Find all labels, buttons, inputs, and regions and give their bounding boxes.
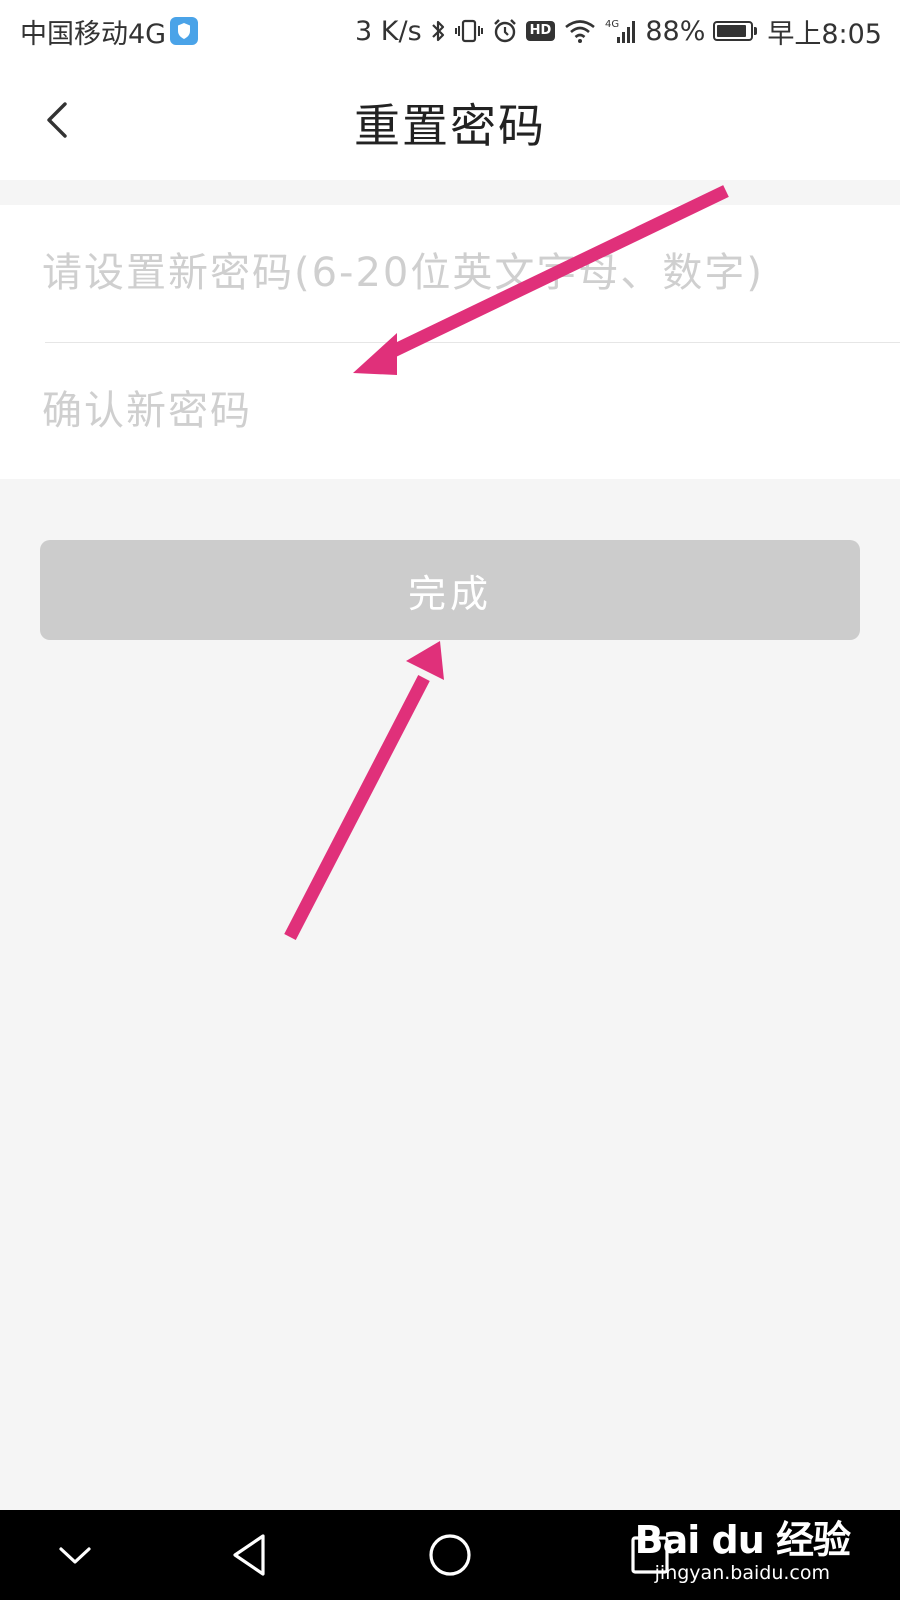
status-right: 3 K/s HD 4G 88% 早上8:05 [347, 12, 882, 50]
done-button[interactable]: 完成 [40, 540, 860, 640]
nav-back-button[interactable] [220, 1525, 280, 1585]
bluetooth-icon [430, 18, 446, 44]
nav-home-button[interactable] [420, 1525, 480, 1585]
confirm-password-row [42, 343, 900, 479]
new-password-row [42, 205, 900, 341]
status-left: 中国移动4G [20, 12, 199, 50]
arrow-to-button [284, 641, 444, 940]
chevron-down-icon [59, 1547, 91, 1564]
system-nav-bar: Bai du 经验 jingyan.baidu.com [0, 1510, 900, 1600]
header: 重置密码 [0, 62, 900, 180]
new-password-input[interactable] [42, 205, 900, 341]
page-title: 重置密码 [354, 99, 546, 153]
network-type-label: 4G [605, 19, 619, 30]
baidu-watermark: Bai du 经验 jingyan.baidu.com [634, 1518, 851, 1584]
confirm-password-input[interactable] [42, 343, 900, 479]
triangle-back-icon [233, 1534, 265, 1576]
password-form [0, 205, 900, 479]
battery-percent: 88% [645, 15, 706, 47]
hd-badge: HD [525, 21, 556, 41]
alarm-icon [492, 18, 518, 44]
clock-time: 早上8:05 [767, 18, 882, 50]
status-bar: 中国移动4G 3 K/s HD 4G 88% 早上8:05 [0, 0, 900, 62]
battery-icon [713, 21, 758, 41]
battery-fill [717, 25, 746, 37]
carrier-label: 中国移动4G [20, 18, 167, 50]
wifi-icon [563, 18, 597, 44]
shield-icon [170, 17, 199, 45]
watermark-logo: Bai du 经验 [634, 1518, 851, 1562]
signal-icon: 4G [605, 17, 637, 45]
battery-outline [713, 21, 758, 41]
vibrate-icon [454, 18, 484, 44]
watermark-url: jingyan.baidu.com [654, 1562, 830, 1584]
circle-home-icon [429, 1534, 471, 1576]
nav-hide-button[interactable] [45, 1525, 105, 1585]
network-speed: 3 K/s [355, 15, 422, 47]
